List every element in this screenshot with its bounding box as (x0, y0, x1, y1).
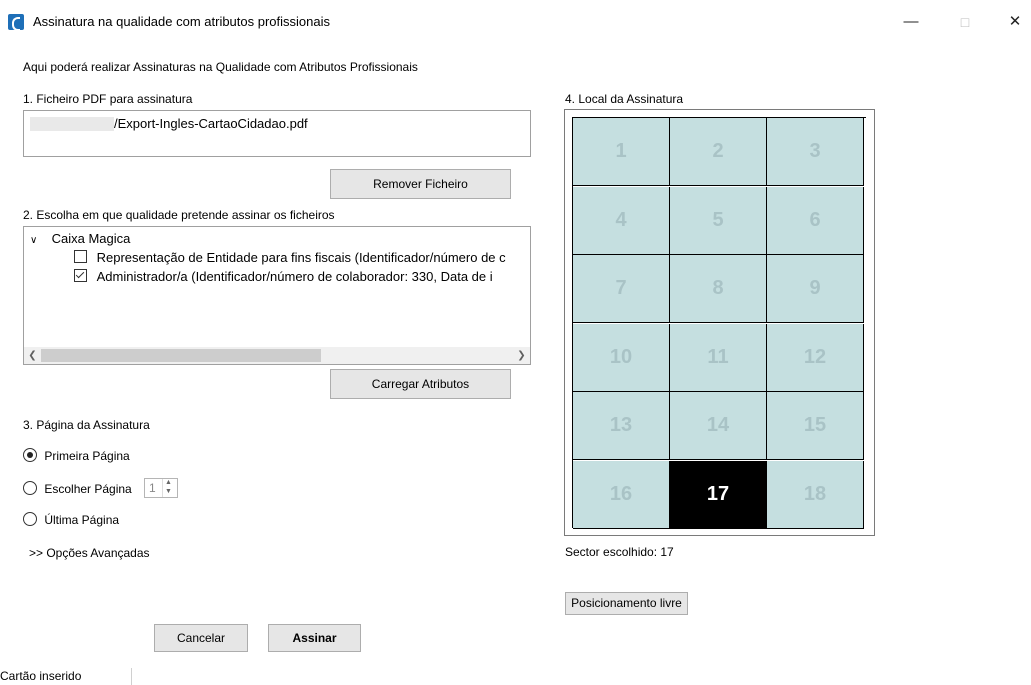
file-path[interactable]: /Export-Ingles-CartaoCidadao.pdf (114, 116, 308, 131)
page-number-value[interactable]: 1 (149, 481, 156, 495)
sign-label: Assinar (292, 631, 337, 645)
sector-grid[interactable]: 1 2 3 4 5 6 7 8 9 10 11 12 13 14 15 16 17 18 (572, 117, 866, 529)
attribute-item[interactable]: Representação de Entidade para fins fisc… (74, 250, 506, 265)
radio-last-page[interactable]: Última Página (23, 512, 119, 527)
tree-node-provider[interactable]: ∨ Caixa Magica (30, 231, 130, 246)
section-location-label: 4. Local da Assinatura (565, 92, 684, 106)
sector-cell[interactable]: 8 (670, 255, 767, 323)
load-attributes-button[interactable]: Carregar Atributos (330, 369, 511, 399)
attribute-label: Representação de Entidade para fins fisc… (96, 250, 506, 265)
section-page-label: 3. Página da Assinatura (23, 418, 150, 432)
radio-icon[interactable] (23, 512, 37, 526)
sector-cell[interactable]: 11 (670, 323, 767, 392)
status-divider (131, 668, 132, 685)
intro-text: Aqui poderá realizar Assinaturas na Qual… (23, 60, 418, 74)
sector-cell[interactable]: 14 (670, 392, 767, 460)
sector-cell[interactable]: 4 (573, 186, 670, 255)
provider-label: Caixa Magica (51, 231, 131, 246)
advanced-options-link[interactable]: >> Opções Avançadas (29, 546, 150, 560)
cancel-button[interactable]: Cancelar (154, 624, 248, 652)
sector-cell[interactable]: 18 (767, 460, 864, 529)
file-list[interactable]: /Export-Ingles-CartaoCidadao.pdf (23, 110, 531, 157)
redacted-path (30, 117, 114, 131)
spinner-divider (162, 479, 163, 497)
radio-first-page[interactable]: Primeira Página (23, 448, 130, 463)
remove-file-button[interactable]: Remover Ficheiro (330, 169, 511, 199)
scroll-left-icon[interactable]: ❮ (24, 347, 41, 364)
sector-cell[interactable]: 17 (670, 460, 767, 529)
sign-button[interactable]: Assinar (268, 624, 361, 652)
maximize-button[interactable]: □ (950, 10, 980, 34)
attribute-checkbox[interactable] (74, 269, 87, 282)
sector-cell[interactable]: 16 (573, 460, 670, 529)
close-button[interactable]: ✕ (1000, 10, 1030, 34)
load-attributes-label: Carregar Atributos (371, 377, 470, 391)
scroll-right-icon[interactable]: ❯ (513, 347, 530, 364)
sector-cell[interactable]: 3 (767, 118, 864, 186)
section-file-label: 1. Ficheiro PDF para assinatura (23, 92, 193, 106)
sector-cell[interactable]: 9 (767, 255, 864, 323)
free-position-label: Posicionamento livre (571, 596, 682, 610)
radio-label: Primeira Página (44, 449, 130, 463)
attribute-item[interactable]: Administrador/a (Identificador/número de… (74, 269, 493, 284)
radio-label: Última Página (44, 513, 120, 527)
sector-cell[interactable]: 1 (573, 118, 670, 186)
chevron-down-icon[interactable]: ∨ (30, 235, 42, 246)
sector-cell[interactable]: 7 (573, 255, 670, 323)
app-logo-icon (8, 14, 24, 31)
sector-cell[interactable]: 15 (767, 392, 864, 460)
spinner-down-icon[interactable]: ▼ (165, 488, 172, 495)
minimize-button[interactable]: — (896, 10, 926, 34)
status-text: Cartão inserido (0, 669, 82, 683)
radio-label: Escolher Página (44, 482, 132, 496)
attribute-label: Administrador/a (Identificador/número de… (96, 269, 493, 284)
window-title: Assinatura na qualidade com atributos pr… (33, 14, 331, 29)
section-quality-label: 2. Escolha em que qualidade pretende ass… (23, 208, 335, 222)
horizontal-scrollbar[interactable]: ❮ ❯ (24, 347, 530, 364)
spinner-up-icon[interactable]: ▲ (165, 479, 172, 486)
sector-cell[interactable]: 13 (573, 392, 670, 460)
remove-file-label: Remover Ficheiro (373, 177, 468, 191)
sector-cell[interactable]: 12 (767, 323, 864, 392)
sector-cell[interactable]: 6 (767, 186, 864, 255)
sector-cell[interactable]: 10 (573, 323, 670, 392)
chosen-sector-text: Sector escolhido: 17 (565, 545, 674, 559)
radio-icon[interactable] (23, 481, 37, 495)
sector-grid-frame: 1 2 3 4 5 6 7 8 9 10 11 12 13 14 15 16 17 18 (564, 109, 875, 536)
attributes-tree[interactable]: ∨ Caixa Magica Representação de Entidade… (23, 226, 531, 365)
sector-cell[interactable]: 5 (670, 186, 767, 255)
title-bar: Assinatura na qualidade com atributos pr… (0, 0, 1031, 44)
attribute-checkbox[interactable] (74, 250, 87, 263)
sector-cell[interactable]: 2 (670, 118, 767, 186)
radio-choose-page[interactable]: Escolher Página (23, 481, 132, 496)
scrollbar-thumb[interactable] (41, 349, 321, 362)
page-number-spinner[interactable]: 1 ▲ ▼ (144, 478, 178, 498)
cancel-label: Cancelar (176, 631, 226, 645)
radio-icon[interactable] (23, 448, 37, 462)
free-position-button[interactable]: Posicionamento livre (565, 592, 688, 615)
